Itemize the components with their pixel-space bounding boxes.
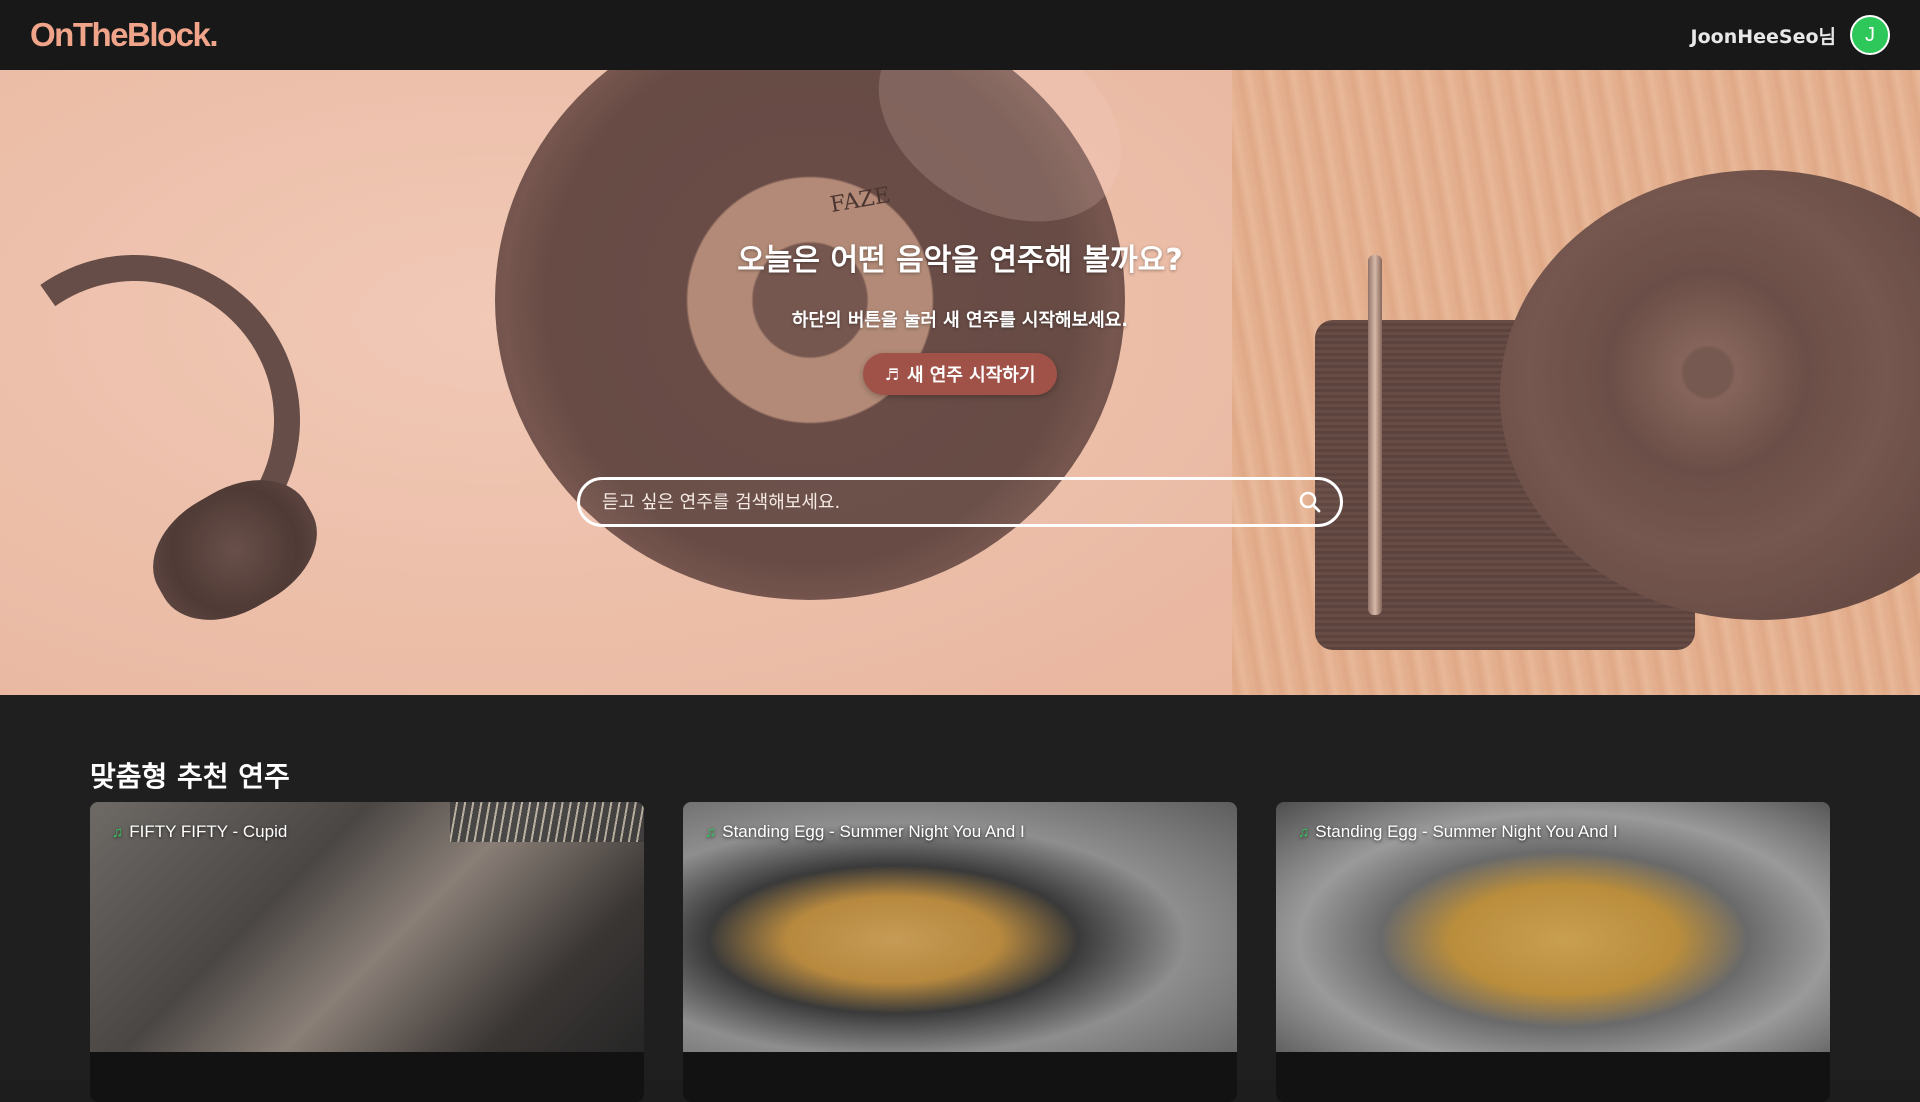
search-bar[interactable] [577, 477, 1343, 527]
music-note-icon: ♫ [705, 823, 717, 841]
recommendation-section: 맞춤형 추천 연주 ♫ FIFTY FIFTY - Cupid ♫ Standi… [0, 695, 1920, 1102]
top-navbar: OnTheBlock. JoonHeeSeo님 J [0, 0, 1920, 70]
app-logo[interactable]: OnTheBlock. [30, 16, 219, 54]
card-song-title: Standing Egg - Summer Night You And I [722, 822, 1025, 841]
card-footer [1276, 1052, 1830, 1102]
performance-card[interactable]: ♫ Standing Egg - Summer Night You And I [1276, 802, 1830, 1102]
hero-banner: FAZE 오늘은 어떤 음악을 연주해 볼까요? 하단의 버튼을 눌러 새 연주… [0, 70, 1920, 695]
card-song-title: FIFTY FIFTY - Cupid [129, 822, 288, 841]
card-song-tag: ♫ Standing Egg - Summer Night You And I [705, 822, 1025, 842]
hero-title: 오늘은 어떤 음악을 연주해 볼까요? [737, 243, 1183, 278]
user-name[interactable]: JoonHeeSeo님 [1691, 22, 1836, 49]
card-footer [683, 1052, 1237, 1102]
card-footer [90, 1052, 644, 1102]
card-song-tag: ♫ FIFTY FIFTY - Cupid [112, 822, 287, 842]
search-input[interactable] [602, 491, 1298, 513]
card-song-title: Standing Egg - Summer Night You And I [1315, 822, 1618, 841]
music-note-icon: ♬ [884, 364, 899, 384]
search-icon[interactable] [1298, 490, 1322, 514]
music-note-icon: ♫ [112, 823, 124, 841]
avatar[interactable]: J [1850, 15, 1890, 55]
start-button-label: 새 연주 시작하기 [906, 365, 1036, 386]
section-title: 맞춤형 추천 연주 [90, 760, 290, 793]
card-song-tag: ♫ Standing Egg - Summer Night You And I [1298, 822, 1618, 842]
music-note-icon: ♫ [1298, 823, 1310, 841]
hero-subtitle: 하단의 버튼을 눌러 새 연주를 시작해보세요. [791, 310, 1129, 331]
start-new-performance-button[interactable]: ♬ 새 연주 시작하기 [863, 353, 1057, 395]
performance-card[interactable]: ♫ Standing Egg - Summer Night You And I [683, 802, 1237, 1102]
performance-card[interactable]: ♫ FIFTY FIFTY - Cupid [90, 802, 644, 1102]
guitar-strings-image [450, 802, 644, 842]
user-menu[interactable]: JoonHeeSeo님 J [1691, 15, 1890, 55]
